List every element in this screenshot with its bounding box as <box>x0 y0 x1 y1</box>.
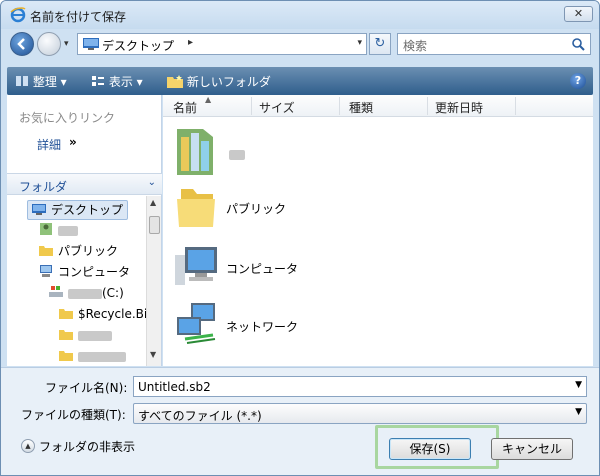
column-divider <box>339 97 340 115</box>
address-bar[interactable]: デスクトップ ▸ ▾ <box>77 33 367 55</box>
computer-icon <box>175 247 217 285</box>
blurred-name <box>78 351 126 362</box>
folders-header[interactable]: フォルダ ⌄ <box>7 173 162 195</box>
filename-field[interactable]: Untitled.sb2 ▼ <box>133 376 587 397</box>
blurred-name <box>68 288 102 299</box>
ie-icon <box>10 7 26 23</box>
user-folder-icon <box>40 223 52 235</box>
breadcrumb-arrow-icon[interactable]: ▸ <box>188 37 193 48</box>
refresh-button[interactable]: ↻ <box>369 33 391 55</box>
scroll-down-icon[interactable]: ▼ <box>150 350 156 359</box>
filetype-label: ファイルの種類(T): <box>21 408 126 422</box>
new-folder-label: 新しいフォルダ <box>186 75 271 89</box>
chevron-down-icon[interactable]: ▼ <box>575 407 582 417</box>
chevron-down-icon[interactable]: ▼ <box>575 380 582 390</box>
tree-item-recycle[interactable]: $Recycle.Bi <box>59 305 146 325</box>
column-header-row: 名前 ▲ サイズ 種類 更新日時 <box>163 95 593 117</box>
drive-icon <box>49 286 63 297</box>
tree-item-folder[interactable] <box>59 347 126 366</box>
back-button[interactable] <box>10 32 34 56</box>
tree-item-drive-c[interactable]: (C:) <box>49 284 124 304</box>
save-button[interactable]: 保存(S) <box>389 438 471 460</box>
folder-icon <box>59 351 73 361</box>
navigation-bar: ▾ デスクトップ ▸ ▾ ↻ 検索 <box>1 29 599 63</box>
folder-icon <box>59 330 73 340</box>
folder-icon <box>59 309 73 319</box>
folder-icon <box>177 189 215 227</box>
new-folder-button[interactable]: 新しいフォルダ <box>167 73 271 90</box>
scrollbar-thumb[interactable] <box>149 216 160 234</box>
new-folder-icon <box>167 75 183 88</box>
view-button[interactable]: 表示 ▾ <box>91 73 143 90</box>
expand-chevron-icon[interactable]: » <box>69 135 77 149</box>
search-icon[interactable] <box>571 37 585 51</box>
search-input[interactable]: 検索 <box>397 33 591 55</box>
column-size[interactable]: サイズ <box>259 99 295 116</box>
column-divider <box>515 97 516 115</box>
column-type[interactable]: 種類 <box>349 99 373 116</box>
blurred-name <box>58 225 78 236</box>
desktop-icon <box>32 204 46 215</box>
sort-ascending-icon: ▲ <box>205 95 212 104</box>
search-placeholder: 検索 <box>403 39 428 53</box>
folder-icon <box>39 246 53 256</box>
file-label: ネットワーク <box>226 320 299 334</box>
filetype-value: すべてのファイル (*.*) <box>138 409 262 423</box>
history-dropdown-icon[interactable]: ▾ <box>64 39 74 49</box>
file-label: コンピュータ <box>226 262 299 276</box>
view-icon <box>92 76 104 86</box>
filetype-select[interactable]: すべてのファイル (*.*) ▼ <box>133 403 587 424</box>
favorite-links-heading: お気に入りリンク <box>19 111 116 125</box>
organize-label: 整理 ▾ <box>32 75 67 89</box>
cancel-button[interactable]: キャンセル <box>491 438 573 460</box>
network-icon <box>177 303 216 344</box>
organize-icon <box>16 76 28 86</box>
window-title: 名前を付けて保存 <box>30 10 127 24</box>
title-bar: 名前を付けて保存 ✕ <box>1 1 599 29</box>
forward-button[interactable] <box>37 32 61 56</box>
chevron-down-icon[interactable]: ⌄ <box>148 177 156 188</box>
filename-value: Untitled.sb2 <box>138 380 211 394</box>
address-text: デスクトップ <box>102 39 175 53</box>
collapse-up-icon: ▲ <box>21 439 35 453</box>
filename-label: ファイル名(N): <box>45 381 128 395</box>
tree-item-label: コンピュータ <box>58 265 131 279</box>
tree-item-label: デスクトップ <box>51 203 124 217</box>
tree-scrollbar[interactable]: ▲ ▼ <box>146 196 161 366</box>
file-label: パブリック <box>226 202 287 216</box>
tree-item-label: (C:) <box>102 286 124 300</box>
computer-icon <box>40 265 52 277</box>
hide-folders-label: フォルダの非表示 <box>39 440 136 454</box>
view-label: 表示 ▾ <box>108 75 143 89</box>
column-modified[interactable]: 更新日時 <box>435 99 483 116</box>
column-name[interactable]: 名前 <box>173 99 197 116</box>
user-folder-icon <box>177 129 213 175</box>
navigation-pane: お気に入りリンク 詳細 » フォルダ ⌄ デスクトップ パブリック コンピュータ… <box>7 95 162 366</box>
file-list: 名前 ▲ サイズ 種類 更新日時 パブリック コンピュータ ネットワーク <box>163 95 593 366</box>
column-divider <box>251 97 252 115</box>
tree-item-user[interactable] <box>39 221 78 241</box>
close-button[interactable]: ✕ <box>564 6 593 22</box>
help-icon[interactable]: ? <box>570 73 586 89</box>
command-toolbar: 整理 ▾ 表示 ▾ 新しいフォルダ ? <box>7 67 593 95</box>
tree-item-desktop[interactable]: デスクトップ <box>27 200 129 220</box>
back-arrow-icon <box>17 38 25 50</box>
scroll-up-icon[interactable]: ▲ <box>150 198 156 207</box>
blurred-name <box>229 149 245 160</box>
file-label <box>229 147 245 161</box>
desktop-icon <box>83 38 99 50</box>
tree-item-folder[interactable] <box>59 326 112 346</box>
blurred-name <box>78 330 112 341</box>
address-dropdown-icon[interactable]: ▾ <box>357 38 362 48</box>
save-as-dialog: 名前を付けて保存 ✕ ▾ デスクトップ ▸ ▾ ↻ 検索 整理 ▾ 表示 ▾ 新… <box>0 0 600 476</box>
tree-item-computer[interactable]: コンピュータ <box>39 263 130 283</box>
folder-tree: デスクトップ パブリック コンピュータ (C:) $Recycle.Bi <box>7 196 146 366</box>
tree-item-label: パブリック <box>58 244 119 258</box>
folders-label: フォルダ <box>19 180 68 194</box>
tree-item-public[interactable]: パブリック <box>39 242 118 262</box>
organize-button[interactable]: 整理 ▾ <box>15 73 67 90</box>
column-divider <box>427 97 428 115</box>
tree-item-label: $Recycle.Bi <box>78 307 146 321</box>
details-link[interactable]: 詳細 <box>37 136 61 153</box>
